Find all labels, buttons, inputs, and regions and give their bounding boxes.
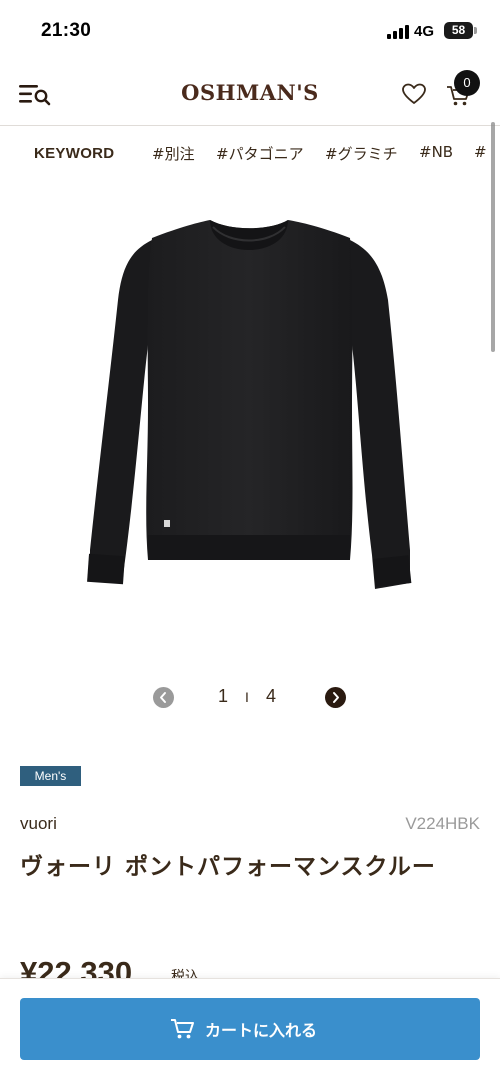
pager-count: 1 I 4 <box>210 686 290 707</box>
battery-icon: 58 <box>444 22 473 39</box>
product-title: ヴォーリ ポントパフォーマンスクルー <box>20 854 436 880</box>
keyword-link[interactable]: # <box>474 143 487 161</box>
cart-count-badge: 0 <box>454 70 480 96</box>
category-tag[interactable]: Men's <box>20 766 81 786</box>
pager-total: 4 <box>265 686 282 706</box>
pager-prev-button[interactable] <box>153 687 174 708</box>
network-label: 4G <box>414 23 435 40</box>
keyword-link[interactable]: #NB <box>419 143 453 161</box>
sticky-footer: カートに入れる <box>0 978 500 1080</box>
keyword-link[interactable]: #別注 <box>152 143 195 164</box>
keyword-label: KEYWORD <box>34 145 115 162</box>
site-header: OSHMAN'S 0 <box>0 62 500 126</box>
add-to-cart-label: カートに入れる <box>205 1021 318 1040</box>
favorite-heart-icon[interactable] <box>401 82 427 106</box>
scroll-indicator <box>491 122 495 352</box>
tax-label: 税込 <box>171 969 199 978</box>
image-pager: 1 I 4 <box>0 686 500 714</box>
product-sku: V224HBK <box>405 814 480 833</box>
pager-current: 1 <box>218 686 235 706</box>
cart-icon <box>170 1018 196 1040</box>
signal-icon <box>387 24 409 39</box>
battery-cap <box>474 27 477 34</box>
keyword-link[interactable]: #グラミチ <box>325 143 398 164</box>
product-price: ¥22,330 <box>20 955 133 978</box>
keyword-link[interactable]: #パタゴニア <box>216 143 304 164</box>
status-bar: 21:30 4G 58 <box>0 0 500 62</box>
price-row: ¥22,330 税込 <box>0 950 500 978</box>
product-image[interactable] <box>70 205 430 605</box>
pager-next-button[interactable] <box>325 687 346 708</box>
keyword-bar: KEYWORD #別注 #パタゴニア #グラミチ #NB # <box>0 127 500 179</box>
status-time: 21:30 <box>41 20 92 41</box>
pager-separator: I <box>245 689 255 705</box>
brand-name[interactable]: vuori <box>20 814 57 834</box>
add-to-cart-button[interactable]: カートに入れる <box>20 998 480 1060</box>
